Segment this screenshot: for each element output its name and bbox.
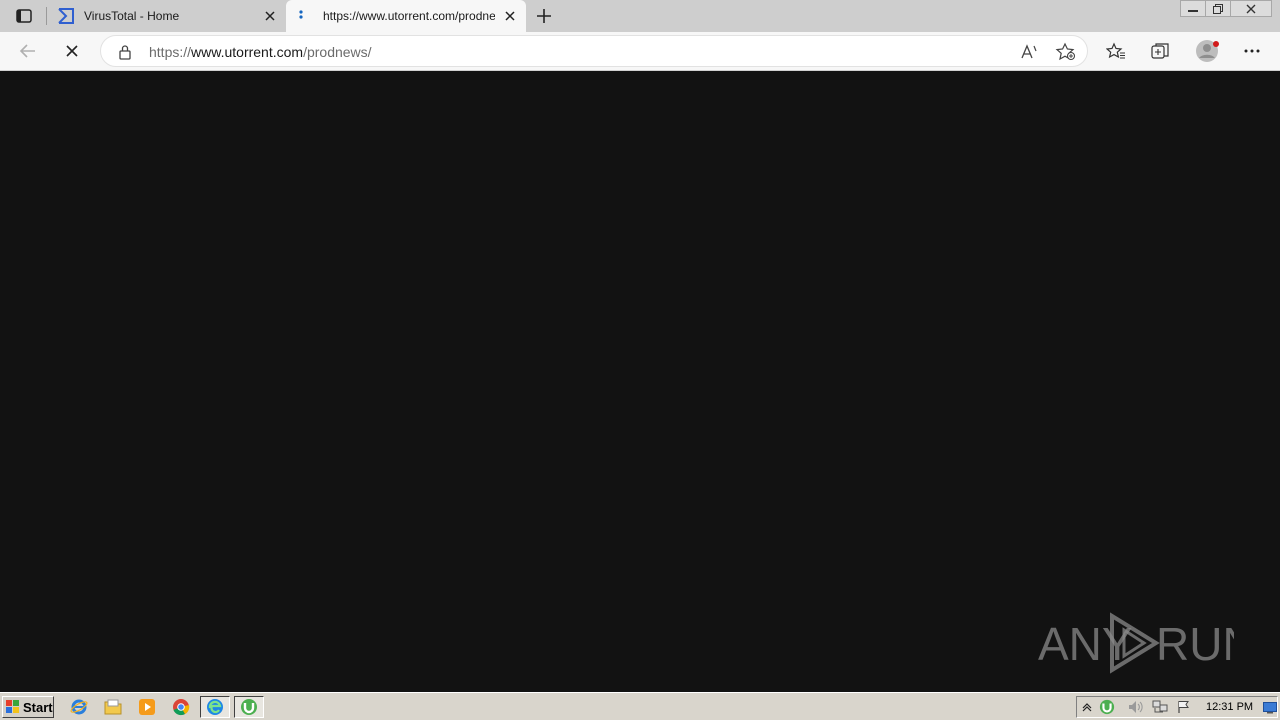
- close-tab-icon[interactable]: [502, 8, 518, 24]
- close-icon: [1246, 4, 1256, 13]
- add-favorite-icon[interactable]: [1055, 42, 1077, 62]
- tab-title: VirusTotal - Home: [84, 9, 180, 23]
- system-tray: 12:31 PM: [1076, 696, 1278, 718]
- tab-actions-button[interactable]: [10, 6, 38, 26]
- favorites-button[interactable]: [1104, 40, 1128, 62]
- url-path: /prodnews/: [303, 44, 372, 60]
- chrome-taskbar-button[interactable]: [170, 697, 192, 717]
- show-desktop-button[interactable]: [1261, 700, 1279, 716]
- new-tab-icon[interactable]: [533, 5, 555, 27]
- watermark-text-right: RUN: [1156, 618, 1234, 670]
- utorrent-taskbar-button[interactable]: [234, 696, 264, 718]
- profile-button[interactable]: [1194, 38, 1222, 64]
- media-player-taskbar-button[interactable]: [136, 697, 158, 717]
- media-player-icon: [139, 699, 155, 715]
- ie-taskbar-button[interactable]: [68, 697, 90, 717]
- watermark-text-left: ANY: [1038, 618, 1133, 670]
- clock[interactable]: 12:31 PM: [1206, 701, 1253, 713]
- tab-actions-icon: [16, 9, 32, 23]
- utorrent-tray-button[interactable]: [1098, 699, 1116, 715]
- network-button[interactable]: [1151, 699, 1169, 715]
- restore-icon: [1213, 3, 1223, 14]
- ie-icon: [70, 699, 88, 715]
- virustotal-icon: [58, 8, 74, 24]
- favorites-icon: [1106, 42, 1125, 59]
- show-hidden-icons-button[interactable]: [1078, 699, 1096, 715]
- back-arrow-icon: [19, 44, 35, 58]
- collections-button[interactable]: [1148, 40, 1172, 62]
- tab-separator: [46, 7, 47, 25]
- browser-toolbar: https://www.utorrent.com/prodnews/: [0, 32, 1280, 71]
- explorer-icon: [104, 699, 122, 715]
- start-button[interactable]: Start: [2, 696, 54, 718]
- back-button[interactable]: [16, 40, 40, 62]
- edge-taskbar-button[interactable]: [200, 696, 230, 718]
- chrome-icon: [173, 699, 190, 716]
- collections-icon: [1151, 43, 1169, 59]
- restore-button[interactable]: [1205, 0, 1231, 17]
- volume-button[interactable]: [1127, 699, 1145, 715]
- settings-more-button[interactable]: [1240, 40, 1264, 62]
- tab-virustotal[interactable]: VirusTotal - Home: [48, 0, 286, 32]
- more-dots-icon: [1244, 49, 1260, 53]
- flag-icon: [1178, 701, 1189, 713]
- windows-logo-icon: [6, 700, 19, 713]
- minimize-icon: [1188, 9, 1198, 12]
- taskbar: Start 12:31 PM: [0, 692, 1280, 720]
- url-scheme: https://: [149, 44, 192, 60]
- close-window-button[interactable]: [1230, 0, 1272, 17]
- explorer-taskbar-button[interactable]: [102, 697, 124, 717]
- tab-utorrent[interactable]: https://www.utorrent.com/prodnews/: [286, 0, 526, 32]
- edge-icon: [207, 699, 223, 715]
- show-hidden-icon: [1082, 703, 1092, 712]
- loading-icon: [299, 10, 303, 19]
- tab-strip: VirusTotal - Home https://www.utorrent.c…: [0, 0, 1280, 32]
- window-controls: [1180, 0, 1272, 18]
- utorrent-icon: [241, 699, 257, 715]
- show-desktop-icon: [1263, 702, 1277, 714]
- close-tab-icon[interactable]: [262, 8, 278, 24]
- avatar-icon: [1196, 40, 1219, 62]
- url-host: www.utorrent.com: [191, 44, 304, 60]
- lock-icon[interactable]: [118, 44, 132, 60]
- tab-title: https://www.utorrent.com/prodnews/: [323, 9, 495, 23]
- anyrun-watermark-logo: ANY RUN: [1038, 612, 1234, 674]
- action-center-button[interactable]: [1175, 699, 1193, 715]
- url-text[interactable]: https://www.utorrent.com/prodnews/: [149, 44, 372, 60]
- stop-icon: [66, 45, 78, 57]
- read-aloud-icon[interactable]: [1019, 42, 1041, 62]
- address-bar[interactable]: https://www.utorrent.com/prodnews/: [100, 35, 1088, 67]
- stop-loading-button[interactable]: [60, 40, 84, 62]
- network-icon: [1152, 700, 1168, 713]
- start-label: Start: [23, 699, 53, 715]
- volume-icon: [1129, 701, 1143, 713]
- page-content: ANY RUN: [0, 72, 1280, 692]
- utorrent-tray-icon: [1099, 699, 1115, 715]
- minimize-button[interactable]: [1180, 0, 1206, 17]
